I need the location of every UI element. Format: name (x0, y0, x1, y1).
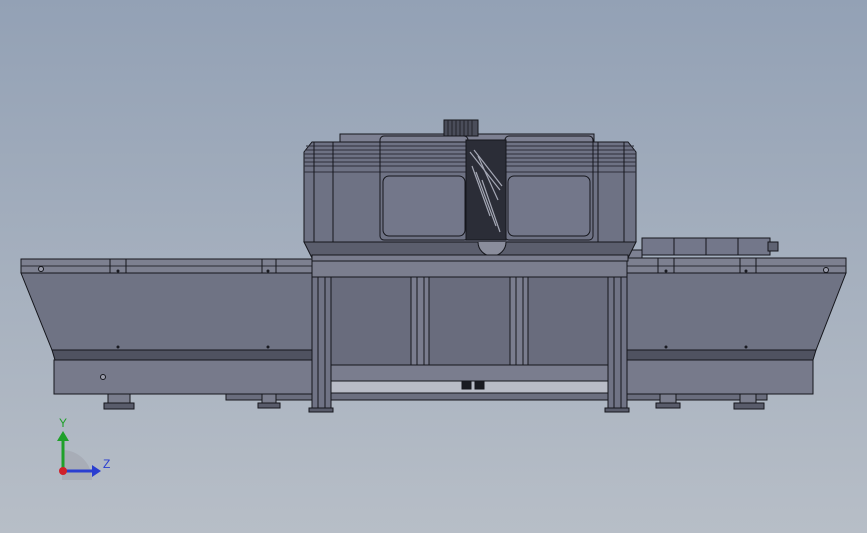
triad-plane-icon (62, 450, 92, 480)
z-axis-label: Z (103, 457, 110, 471)
cad-graphics-area[interactable]: Y Z (0, 0, 867, 533)
left-conveyor-table[interactable] (20, 258, 315, 410)
y-axis-label: Y (59, 416, 67, 430)
reference-triad: Y Z (57, 416, 110, 480)
center-frame[interactable] (308, 259, 630, 413)
machine-enclosure[interactable] (303, 119, 637, 262)
x-axis-dot-icon (59, 467, 67, 475)
z-axis-arrowhead-icon (92, 465, 101, 477)
y-axis-arrowhead-icon (57, 431, 69, 441)
